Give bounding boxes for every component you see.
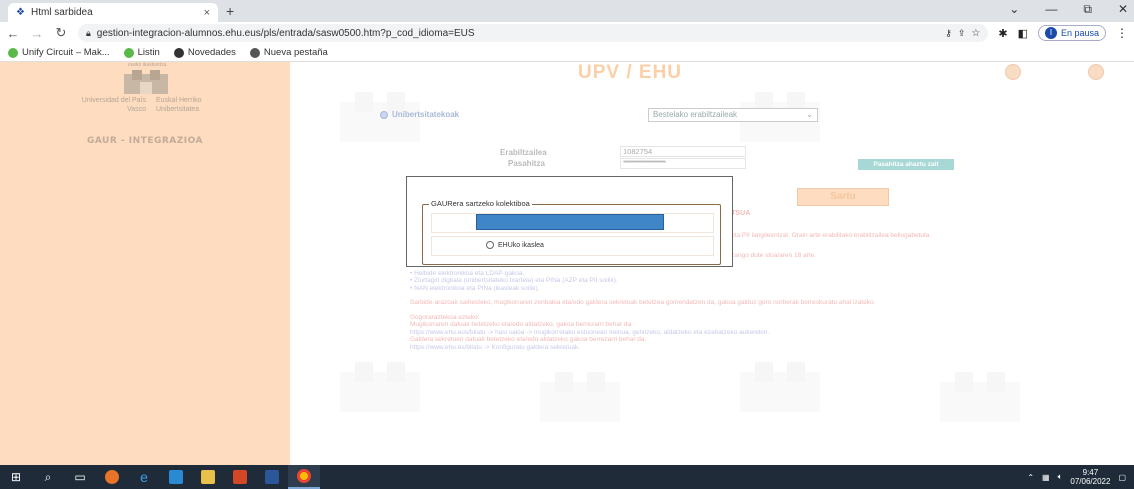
web-page: eusko ikaskuntza Universidad del País Va…	[0, 62, 1134, 465]
password-label: Pasahitza	[508, 159, 545, 168]
extensions-icon[interactable]: ✱	[998, 27, 1007, 40]
volume-icon[interactable]: 🔈︎	[1058, 472, 1063, 482]
section-title: GAUR - INTEGRAZIOA	[86, 136, 203, 146]
collective-option-row[interactable]	[431, 213, 714, 233]
chrome-icon[interactable]	[288, 465, 320, 489]
notifications-icon[interactable]: ▢	[1118, 473, 1126, 482]
radio-unibertsitatekoak[interactable]: Unibertsitatekoak	[380, 110, 459, 119]
watermark-logo-icon	[940, 372, 1020, 422]
collective-option-row[interactable]: EHUko ikaslea	[431, 236, 714, 256]
file-explorer-icon[interactable]	[192, 465, 224, 489]
uni-name-es: Universidad del País Vasco	[81, 97, 146, 113]
watermark-logo-icon	[340, 92, 420, 142]
powerpoint-icon[interactable]	[224, 465, 256, 489]
network-icon[interactable]: ▦	[1042, 473, 1050, 482]
ehu-logo-icon	[124, 70, 168, 94]
reminder-link[interactable]: https://www.ehu.eus/bilatu -> hasi saioa…	[410, 329, 1030, 337]
circuit-app-icon[interactable]	[160, 465, 192, 489]
notice-line: ll izango dute stoa/aren 18 arte.	[725, 252, 817, 259]
user-label: Erabiltzailea	[500, 148, 547, 157]
menu-icon[interactable]: ⋮	[1116, 26, 1128, 40]
restore-icon[interactable]: ⧉	[1083, 2, 1092, 17]
watermark-logo-icon	[540, 372, 620, 422]
tab-close-icon[interactable]: ×	[204, 7, 210, 19]
reminder-line: Galdera sekretuen datuak betetzeko eta/e…	[410, 336, 647, 343]
clock[interactable]: 9:47 07/06/2022	[1070, 468, 1110, 486]
system-tray: ⌃ ▦ 🔈︎ 9:47 07/06/2022 ▢	[1027, 465, 1126, 489]
close-window-icon[interactable]: ✕	[1118, 2, 1128, 17]
collective-fieldset: GAURera sartzeko kolektiboa EHUko ikasle…	[422, 199, 721, 265]
pause-label: En pausa	[1060, 28, 1099, 38]
bookmark-favicon-icon	[8, 47, 18, 58]
home-icon[interactable]	[1005, 64, 1021, 80]
fieldset-legend: GAURera sartzeko kolektiboa	[429, 199, 532, 208]
collective-dialog: GAURera sartzeko kolektiboa EHUko ikasle…	[406, 176, 733, 267]
user-input[interactable]: 1082754	[620, 146, 746, 157]
user-type-select[interactable]: Bestelako erabiltzaileak ⌄	[648, 108, 818, 122]
back-icon[interactable]: ←	[6, 26, 20, 41]
edge-icon[interactable]: e	[128, 465, 160, 489]
browser-tab-bar: ❖ Html sarbidea × + ⌄ — ⧉ ✕	[0, 0, 1134, 22]
lock-icon: 🔒︎	[86, 27, 91, 38]
selected-option-bar[interactable]	[476, 214, 664, 230]
forward-icon[interactable]: →	[30, 26, 44, 41]
radio-ehu-student[interactable]: EHUko ikaslea	[486, 241, 544, 249]
info-block: Sartzeko beste modu batzuk: • Helbide el…	[410, 262, 1030, 351]
tab-title: Html sarbidea	[30, 7, 93, 18]
page-title: UPV / EHU	[578, 62, 683, 83]
sidepanel-icon[interactable]: ◧	[1018, 27, 1028, 40]
word-icon[interactable]	[256, 465, 288, 489]
watermark-logo-icon	[340, 362, 420, 412]
reload-icon[interactable]: ↻	[54, 25, 68, 41]
bookmark-listin[interactable]: Listin	[123, 47, 160, 58]
firefox-icon[interactable]	[96, 465, 128, 489]
bookmark-unify[interactable]: Unify Circuit – Mak...	[8, 47, 110, 58]
task-view-icon[interactable]: ▭	[64, 465, 96, 489]
radio-selected-icon	[380, 110, 388, 119]
star-icon[interactable]: ☆	[971, 28, 980, 39]
profile-pause-badge[interactable]: I En pausa	[1037, 25, 1106, 41]
profile-avatar-icon: I	[1044, 27, 1057, 39]
tab-search-icon[interactable]: ⌄	[1009, 2, 1019, 17]
left-panel: eusko ikaskuntza Universidad del País Va…	[0, 62, 290, 465]
radio-empty-icon	[486, 241, 494, 249]
forgot-password-button[interactable]: Pasahitza ahaztu zait	[858, 159, 954, 170]
bookmark-novedades[interactable]: Novedades	[173, 47, 236, 58]
password-input[interactable]: •••••••••••••••••••••••••••••	[620, 158, 746, 169]
taskbar: ⊞ ⌕ ▭ e ⌃ ▦ 🔈︎ 9:47 07/06/2022 ▢	[0, 465, 1134, 489]
address-bar: ← → ↻ 🔒︎ gestion-integracion-alumnos.ehu…	[0, 22, 1134, 44]
url-field[interactable]: 🔒︎ gestion-integracion-alumnos.ehu.eus/p…	[78, 24, 989, 42]
reminder-link[interactable]: https://www.ehu.es/bilatu -> Konfiguratu…	[410, 344, 1030, 352]
bookmarks-bar: Unify Circuit – Mak... Listin Novedades …	[0, 44, 1134, 62]
chevron-down-icon: ⌄	[806, 110, 813, 119]
bookmark-favicon-icon	[123, 47, 134, 58]
watermark-logo-icon	[740, 362, 820, 412]
url-text: gestion-integracion-alumnos.ehu.eus/pls/…	[96, 27, 475, 39]
globe-icon	[249, 47, 260, 58]
security-note: Sarbide-arazoak saihesteko, mugikorraren…	[410, 299, 876, 306]
new-tab-button[interactable]: +	[226, 3, 234, 19]
list-item: • Ziurtagiri digitala (unibertsitateko t…	[410, 277, 618, 284]
key-icon[interactable]: ⚷	[945, 28, 952, 39]
list-item: • NAN elektronikoa eta PINa (ikasleak so…	[410, 284, 540, 292]
reminder-title: Gogoraraztekoa ezteko:	[410, 313, 480, 321]
submit-button[interactable]: Sartu	[797, 188, 889, 206]
notice-line: P eta PII langileentzat. Orain arte erab…	[725, 232, 930, 239]
help-icon[interactable]	[1088, 64, 1104, 80]
window-controls: ⌄ — ⧉ ✕	[1009, 2, 1128, 17]
list-item: • Helbide elektronikoa eta LDAP-gakoa.	[410, 269, 525, 277]
reminder-line: Mugikorraren datuak betetzeko eta/edo al…	[410, 321, 633, 328]
bookmark-new-tab[interactable]: Nueva pestaña	[249, 47, 328, 58]
share-icon[interactable]: ⇪	[958, 28, 966, 39]
chevron-up-icon[interactable]: ⌃	[1027, 473, 1034, 482]
windows-start-icon[interactable]: ⊞	[0, 465, 32, 489]
bookmark-favicon-icon	[173, 47, 184, 58]
browser-tab[interactable]: ❖ Html sarbidea ×	[8, 3, 218, 22]
search-icon[interactable]: ⌕	[32, 465, 64, 489]
minimize-icon[interactable]: —	[1045, 2, 1057, 17]
favicon-icon: ❖	[16, 7, 25, 18]
uni-name-eu: Euskal Herriko Unibertsitatea	[156, 97, 202, 113]
